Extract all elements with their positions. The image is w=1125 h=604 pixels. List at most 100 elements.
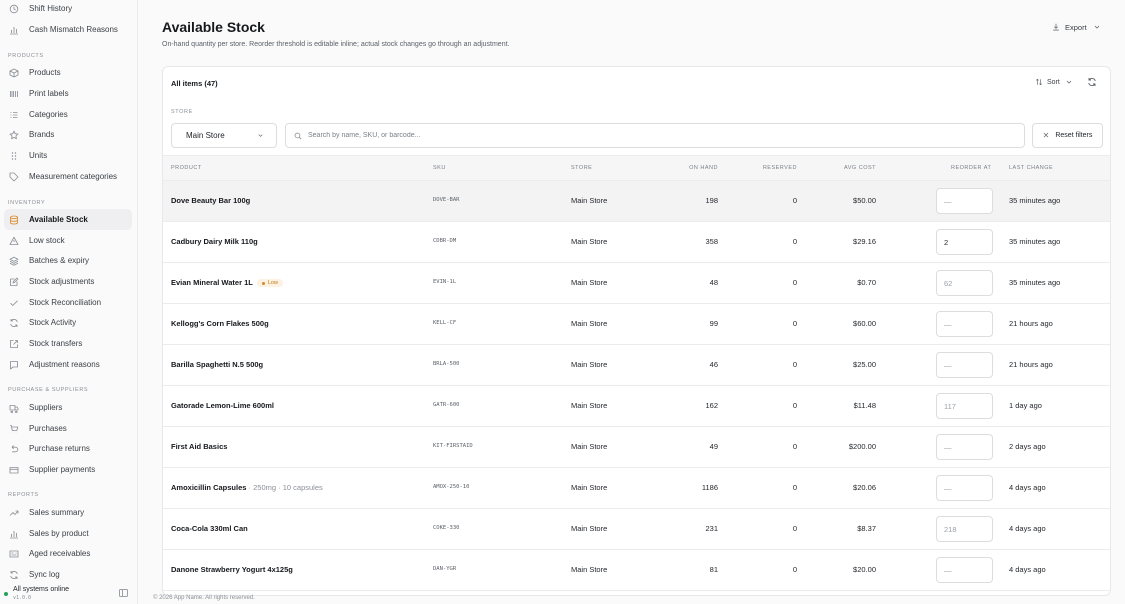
product-name: Barilla Spaghetti N.5 500g (171, 360, 263, 369)
reorder-threshold-input[interactable] (936, 475, 993, 501)
last-change: 4 days ago (1009, 483, 1046, 492)
search-field[interactable] (285, 123, 1025, 148)
sidebar-item-sales-by-product[interactable]: Sales by product (4, 523, 132, 544)
reorder-threshold-input[interactable] (936, 352, 993, 378)
store-label: STORE (171, 109, 193, 115)
sidebar-item-label: Purchase returns (29, 444, 90, 453)
sidebar-item-categories[interactable]: Categories (4, 104, 132, 125)
reserved: 0 (792, 524, 797, 533)
sidebar-item-brands[interactable]: Brands (4, 124, 132, 145)
sidebar-item-adjustment-reasons[interactable]: Adjustment reasons (4, 354, 132, 375)
refresh-icon (8, 569, 19, 580)
sidebar-item-shift-history[interactable]: Shift History (4, 0, 132, 19)
sidebar-item-label: Batches & expiry (29, 256, 90, 265)
sort-button[interactable]: Sort (1035, 78, 1073, 86)
product-name-text: Kellogg's Corn Flakes 500g (171, 319, 269, 328)
product-name-text: Amoxicillin Capsules (171, 483, 247, 492)
sidebar-item-label: Print labels (29, 89, 69, 98)
reserved: 0 (792, 196, 797, 205)
reserved: 0 (792, 483, 797, 492)
sidebar-toggle-icon[interactable] (119, 589, 128, 597)
sidebar-item-label: Supplier payments (29, 465, 96, 474)
sidebar-item-stock-activity[interactable]: Stock Activity (4, 312, 132, 333)
table-row[interactable]: Gatorade Lemon-Lime 600ml GATR-600 Main St… (163, 386, 1110, 427)
table-row[interactable]: Dove Beauty Bar 100g DOVE-BAR Main Store 19… (163, 181, 1110, 222)
edit-icon (8, 276, 19, 287)
store-select[interactable]: Main Store (171, 123, 277, 148)
footer-copyright: © 2026 App Name. All rights reserved. (153, 595, 255, 601)
avg-cost: $0.70 (857, 278, 876, 287)
sidebar-item-stock-transfers[interactable]: Stock transfers (4, 333, 132, 354)
badge-dot (261, 281, 265, 285)
reorder-threshold-input[interactable] (936, 270, 993, 296)
search-icon (294, 132, 308, 140)
sidebar-item-label: Measurement categories (29, 172, 118, 181)
page-subtitle: On-hand quantity per store. Reorder thre… (162, 41, 510, 48)
product-name-text: Gatorade Lemon-Lime 600ml (171, 401, 274, 410)
export-button[interactable]: Export (1052, 20, 1106, 34)
table-row[interactable]: Kellogg's Corn Flakes 500g KELL-CF Main St… (163, 304, 1110, 345)
sidebar-item-label: Sync log (29, 570, 60, 579)
store: Main Store (571, 360, 608, 369)
store-select-value: Main Store (186, 131, 225, 140)
status-text: All systems online (13, 585, 70, 593)
reserved: 0 (792, 278, 797, 287)
sidebar-item-print-labels[interactable]: Print labels (4, 83, 132, 104)
sidebar-item-purchase-returns[interactable]: Purchase returns (4, 438, 132, 459)
reset-filters-button[interactable]: ✕ Reset filters (1032, 123, 1103, 148)
product-name-text: Barilla Spaghetti N.5 500g (171, 360, 264, 369)
sidebar-item-sync-log[interactable]: Sync log (4, 564, 132, 585)
table-row[interactable]: Amoxicillin Capsules · 250mg · 10 capsul… (163, 468, 1110, 509)
check-icon (8, 297, 19, 308)
sidebar-item-purchases[interactable]: Purchases (4, 418, 132, 439)
avg-cost: $200.00 (848, 442, 876, 451)
barcode-icon (8, 88, 19, 99)
reorder-threshold-input[interactable] (936, 229, 993, 255)
search-input[interactable] (308, 132, 1008, 139)
sidebar-item-measurement-categories[interactable]: Measurement categories (4, 166, 132, 187)
reorder-threshold-input[interactable] (936, 311, 993, 337)
column-header: STORE (571, 165, 593, 171)
refresh-icon[interactable] (1087, 77, 1097, 87)
sidebar-item-suppliers[interactable]: Suppliers (4, 397, 132, 418)
table-row[interactable]: Barilla Spaghetti N.5 500g BRLA-500 Main S… (163, 345, 1110, 386)
table-row[interactable]: First Aid Basics KIT-FIRSTAID Main Store 49… (163, 427, 1110, 468)
store: Main Store (571, 196, 608, 205)
sidebar-item-units[interactable]: Units (4, 145, 132, 166)
table-row[interactable]: Danone Strawberry Yogurt 4x125g DAN-YGR Ma… (163, 550, 1110, 591)
sidebar-item-supplier-payments[interactable]: Supplier payments (4, 459, 132, 480)
sidebar-item-label: Stock transfers (29, 339, 83, 348)
reorder-threshold-input[interactable] (936, 188, 993, 214)
sidebar-item-label: Stock Activity (29, 318, 77, 327)
sidebar-item-available-stock[interactable]: Available Stock (4, 209, 132, 230)
product-name-text: Coca-Cola 330ml Can (171, 524, 248, 533)
table-row[interactable]: Coca-Cola 330ml Can COKE-330 Main Store 231… (163, 509, 1110, 550)
sidebar-item-cash-mismatch-reasons[interactable]: Cash Mismatch Reasons (4, 19, 132, 40)
store: Main Store (571, 319, 608, 328)
store: Main Store (571, 401, 608, 410)
sidebar-item-batches-expiry[interactable]: Batches & expiry (4, 250, 132, 271)
sidebar-item-products[interactable]: Products (4, 62, 132, 83)
sidebar-item-label: Available Stock (29, 215, 88, 224)
sidebar-item-aged-receivables[interactable]: Aged receivables (4, 543, 132, 564)
warning-icon (8, 235, 19, 246)
close-icon: ✕ (1042, 131, 1050, 140)
reorder-threshold-input[interactable] (936, 393, 993, 419)
sidebar-item-stock-adjustments[interactable]: Stock adjustments (4, 271, 132, 292)
sidebar-item-sales-summary[interactable]: Sales summary (4, 502, 132, 523)
table-row[interactable]: Cadbury Dairy Milk 110g CDBR-DM Main Store… (163, 222, 1110, 263)
sidebar-item-stock-reconciliation[interactable]: Stock Reconciliation (4, 292, 132, 313)
table-row[interactable]: Evian Mineral Water 1L Low EVIN-1L Main Sto… (163, 263, 1110, 304)
sku: DAN-YGR (433, 566, 457, 572)
column-header: RESERVED (762, 165, 797, 171)
reorder-threshold-input[interactable] (936, 434, 993, 460)
tag-icon (8, 171, 19, 182)
reorder-threshold-input[interactable] (936, 557, 993, 583)
sidebar: Shift History Cash Mismatch Reasons PRODUC… (0, 0, 138, 604)
store: Main Store (571, 278, 608, 287)
sku: CDBR-DM (433, 238, 457, 244)
sidebar-item-label: Categories (29, 110, 68, 119)
sidebar-item-low-stock[interactable]: Low stock (4, 230, 132, 251)
sku: KIT-FIRSTAID (433, 443, 473, 449)
reorder-threshold-input[interactable] (936, 516, 993, 542)
